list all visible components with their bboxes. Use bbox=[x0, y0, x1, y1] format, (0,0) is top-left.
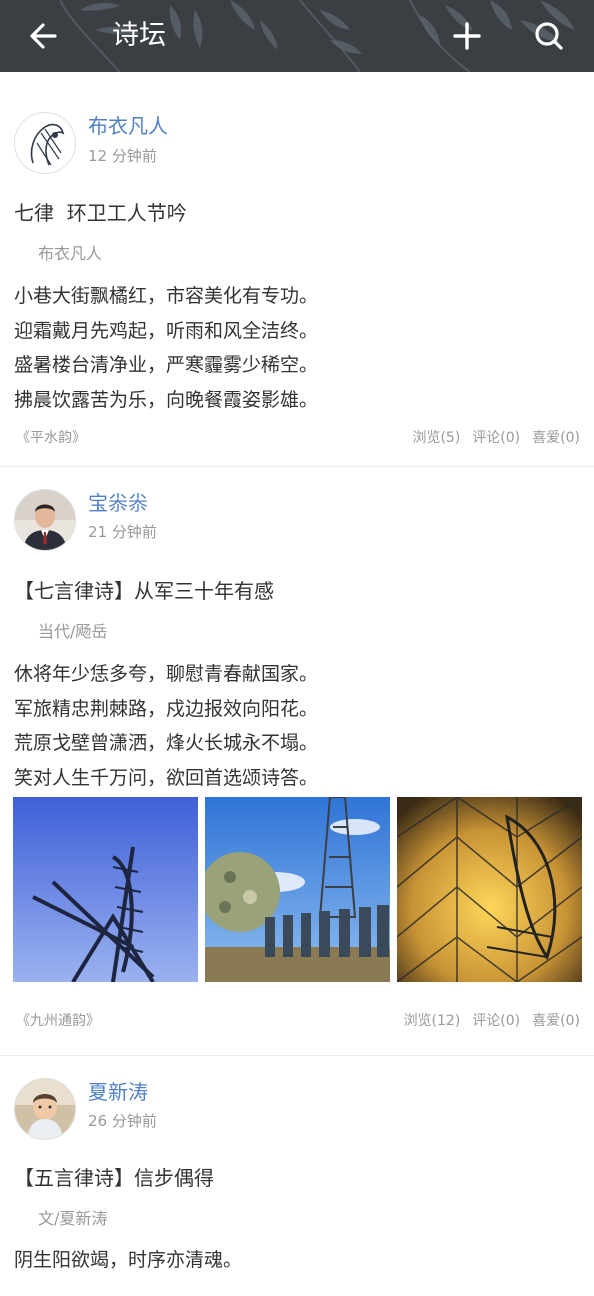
poem-line: 军旅精忠荆棘路，戍边报效向阳花。 bbox=[14, 697, 319, 720]
ink-sketch-avatar-icon bbox=[15, 113, 75, 173]
poem-title[interactable]: 【七言律诗】从军三十年有感 bbox=[14, 577, 274, 605]
poem-line: 盛暑楼台清净业，严寒霾雾少稀空。 bbox=[14, 354, 319, 376]
likes-button[interactable]: 喜爱(0) bbox=[532, 428, 580, 448]
search-button[interactable] bbox=[530, 17, 568, 55]
portrait-avatar-icon bbox=[15, 490, 75, 550]
rhyme-tag: 《九州通韵》 bbox=[16, 1013, 100, 1029]
post-card[interactable]: 布衣凡人 12 分钟前 七律 环卫工人节吟 布衣凡人 小巷大街飘橘红，市容美化有… bbox=[0, 72, 594, 467]
avatar[interactable] bbox=[14, 112, 76, 174]
post-card[interactable]: 夏新涛 26 分钟前 【五言律诗】信步偶得 文/夏新涛 阴生阳欲竭，时序亦清魂。 bbox=[0, 1056, 594, 1296]
poem-body: 小巷大街飘橘红，市容美化有专功。 迎霜戴月先鸡起，听雨和风全洁终。 盛暑楼台清净… bbox=[14, 279, 318, 417]
avatar[interactable] bbox=[14, 489, 76, 551]
poem-line: 拂晨饮露苦为乐，向晚餐霞姿影雄。 bbox=[14, 388, 319, 411]
views-count: 浏览(5) bbox=[412, 430, 461, 446]
image-gallery bbox=[13, 797, 582, 982]
rhyme-tag: 《平水韵》 bbox=[16, 430, 86, 446]
search-icon bbox=[535, 22, 563, 50]
views-count: 浏览(12) bbox=[403, 1013, 461, 1029]
arrow-left-icon bbox=[30, 23, 57, 49]
post-time: 26 分钟前 bbox=[88, 1112, 157, 1130]
poem-line: 休将年少恁多夸，聊慰青春献国家。 bbox=[14, 663, 319, 685]
bamboo-decoration bbox=[59, 0, 575, 72]
poem-line: 阴生阳欲竭，时序亦清魂。 bbox=[14, 1249, 243, 1271]
post-feed: 布衣凡人 12 分钟前 七律 环卫工人节吟 布衣凡人 小巷大街飘橘红，市容美化有… bbox=[0, 72, 594, 1296]
likes-button[interactable]: 喜爱(0) bbox=[532, 1011, 580, 1031]
gallery-image[interactable] bbox=[13, 797, 198, 982]
radome-soldiers-image bbox=[205, 797, 390, 982]
post-stats: 浏览(5) 评论(0) 喜爱(0) bbox=[412, 428, 580, 448]
poem-line: 笑对人生千万问，欲回首选颂诗答。 bbox=[14, 766, 319, 789]
gallery-image[interactable] bbox=[397, 797, 582, 982]
post-time: 21 分钟前 bbox=[88, 523, 157, 541]
add-post-button[interactable] bbox=[448, 17, 486, 55]
author-name[interactable]: 布衣凡人 bbox=[88, 113, 168, 139]
poem-body: 休将年少恁多夸，聊慰青春献国家。 军旅精忠荆棘路，戍边报效向阳花。 荒原戈壁曾潇… bbox=[14, 657, 318, 795]
poem-byline: 当代/飏岳 bbox=[38, 622, 108, 641]
post-card[interactable]: 宝尜尜 21 分钟前 【七言律诗】从军三十年有感 当代/飏岳 休将年少恁多夸，聊… bbox=[0, 467, 594, 1056]
avatar[interactable] bbox=[14, 1078, 76, 1140]
back-button[interactable] bbox=[24, 18, 62, 54]
poem-title[interactable]: 七律 环卫工人节吟 bbox=[14, 199, 187, 227]
poem-line: 小巷大街飘橘红，市容美化有专功。 bbox=[14, 285, 319, 307]
post-stats: 浏览(12) 评论(0) 喜爱(0) bbox=[404, 1011, 580, 1031]
poem-title[interactable]: 【五言律诗】信步偶得 bbox=[14, 1164, 214, 1192]
poem-line: 迎霜戴月先鸡起，听雨和风全洁终。 bbox=[14, 319, 319, 342]
author-name[interactable]: 宝尜尜 bbox=[88, 490, 148, 516]
comments-button[interactable]: 评论(0) bbox=[472, 1011, 520, 1031]
poem-body: 阴生阳欲竭，时序亦清魂。 bbox=[14, 1243, 242, 1278]
app-header: 诗坛 bbox=[0, 0, 594, 72]
baby-photo-avatar-icon bbox=[15, 1079, 75, 1139]
page-title: 诗坛 bbox=[112, 20, 166, 51]
gallery-image[interactable] bbox=[205, 797, 390, 982]
radome-interior-image bbox=[397, 797, 582, 982]
poem-byline: 布衣凡人 bbox=[38, 244, 103, 263]
author-name[interactable]: 夏新涛 bbox=[88, 1079, 148, 1105]
plus-icon bbox=[453, 22, 481, 50]
poem-byline: 文/夏新涛 bbox=[38, 1209, 108, 1228]
post-time: 12 分钟前 bbox=[88, 147, 157, 165]
radar-antenna-image bbox=[13, 797, 198, 982]
poem-line: 荒原戈壁曾潇洒，烽火长城永不塌。 bbox=[14, 732, 319, 754]
comments-button[interactable]: 评论(0) bbox=[472, 428, 520, 448]
